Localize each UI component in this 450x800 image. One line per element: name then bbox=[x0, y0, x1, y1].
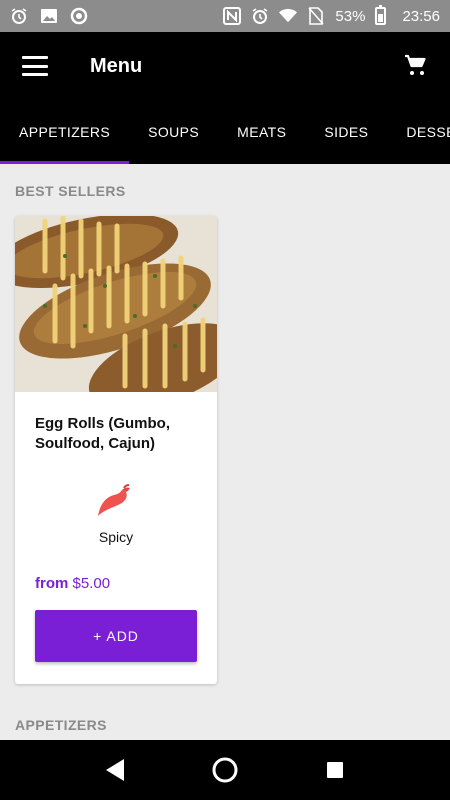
add-button[interactable]: + ADD bbox=[35, 610, 197, 662]
page-title: Menu bbox=[90, 54, 143, 77]
alarm-icon bbox=[251, 7, 269, 25]
shopping-cart-icon[interactable] bbox=[404, 54, 428, 78]
tab-label: MEATS bbox=[237, 124, 287, 140]
home-icon[interactable] bbox=[210, 755, 240, 785]
category-tabs: APPETIZERS SOUPS MEATS SIDES DESSERTS bbox=[0, 100, 450, 164]
section-heading-appetizers: APPETIZERS bbox=[15, 717, 107, 733]
spicy-tag: Spicy bbox=[15, 484, 217, 545]
tab-sides[interactable]: SIDES bbox=[305, 100, 387, 164]
hamburger-menu-icon[interactable] bbox=[22, 56, 48, 76]
tab-appetizers[interactable]: APPETIZERS bbox=[0, 100, 130, 164]
tab-soups[interactable]: SOUPS bbox=[129, 100, 218, 164]
tab-label: SOUPS bbox=[148, 124, 200, 140]
wifi-icon bbox=[279, 7, 298, 25]
tab-meats[interactable]: MEATS bbox=[218, 100, 305, 164]
tab-desserts[interactable]: DESSERTS bbox=[387, 100, 450, 164]
price-prefix: from bbox=[35, 575, 69, 592]
status-bar: 53% 23:56 bbox=[0, 0, 450, 32]
system-nav-bar bbox=[0, 740, 450, 800]
recents-icon[interactable] bbox=[320, 755, 350, 785]
product-card[interactable]: Egg Rolls (Gumbo, Soulfood, Cajun) Spicy… bbox=[15, 216, 217, 684]
app-bar: Menu bbox=[0, 32, 450, 100]
chili-pepper-icon bbox=[96, 484, 136, 524]
nfc-icon bbox=[223, 7, 242, 25]
alarm-icon bbox=[10, 7, 28, 25]
battery-percent: 53% bbox=[335, 7, 366, 25]
spicy-label: Spicy bbox=[98, 529, 134, 545]
product-name: Egg Rolls (Gumbo, Soulfood, Cajun) bbox=[35, 415, 170, 452]
price-value: $5.00 bbox=[72, 575, 111, 592]
status-time: 23:56 bbox=[402, 7, 440, 25]
product-price: from $5.00 bbox=[35, 575, 110, 592]
no-sim-icon bbox=[307, 7, 325, 25]
product-image bbox=[15, 216, 217, 392]
tab-label: DESSERTS bbox=[406, 124, 450, 140]
tab-label: APPETIZERS bbox=[19, 124, 111, 140]
battery-icon bbox=[375, 5, 387, 25]
circle-icon bbox=[70, 7, 88, 25]
tab-label: SIDES bbox=[324, 124, 369, 140]
image-icon bbox=[40, 7, 58, 25]
back-icon[interactable] bbox=[100, 755, 130, 785]
section-heading-best-sellers: BEST SELLERS bbox=[15, 183, 126, 199]
